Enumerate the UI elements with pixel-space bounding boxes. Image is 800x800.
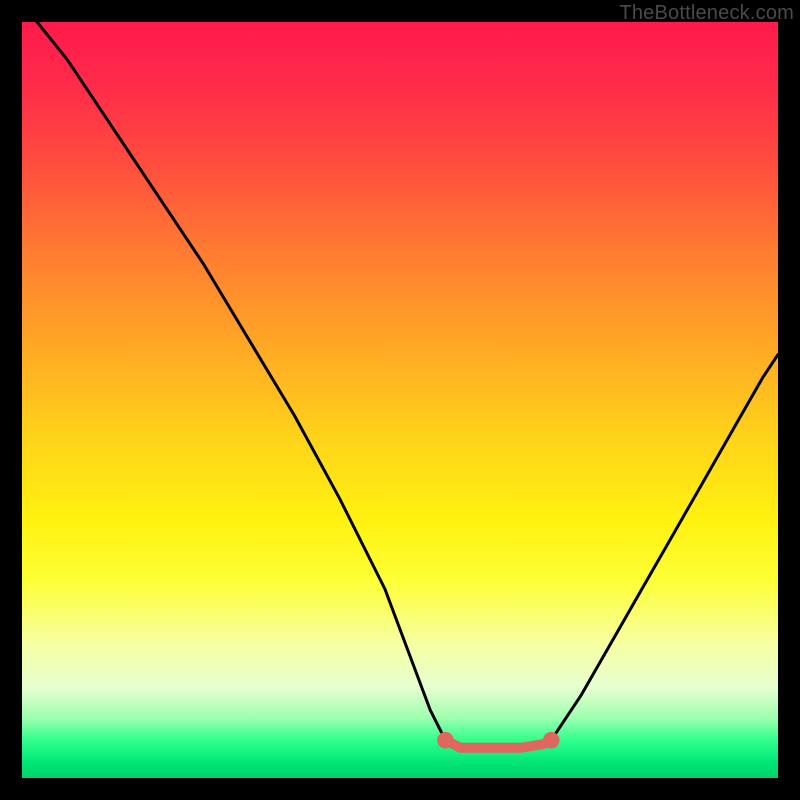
series-flat-bottom	[445, 740, 551, 748]
marker-dot-left	[437, 732, 454, 749]
chart-svg	[22, 22, 778, 778]
marker-dot-right	[543, 732, 560, 749]
series-curve-left	[37, 22, 445, 740]
plot-area	[22, 22, 778, 778]
watermark-text: TheBottleneck.com	[619, 2, 794, 25]
series-curve-right	[551, 355, 778, 741]
bottleneck-chart: TheBottleneck.com	[0, 0, 800, 800]
